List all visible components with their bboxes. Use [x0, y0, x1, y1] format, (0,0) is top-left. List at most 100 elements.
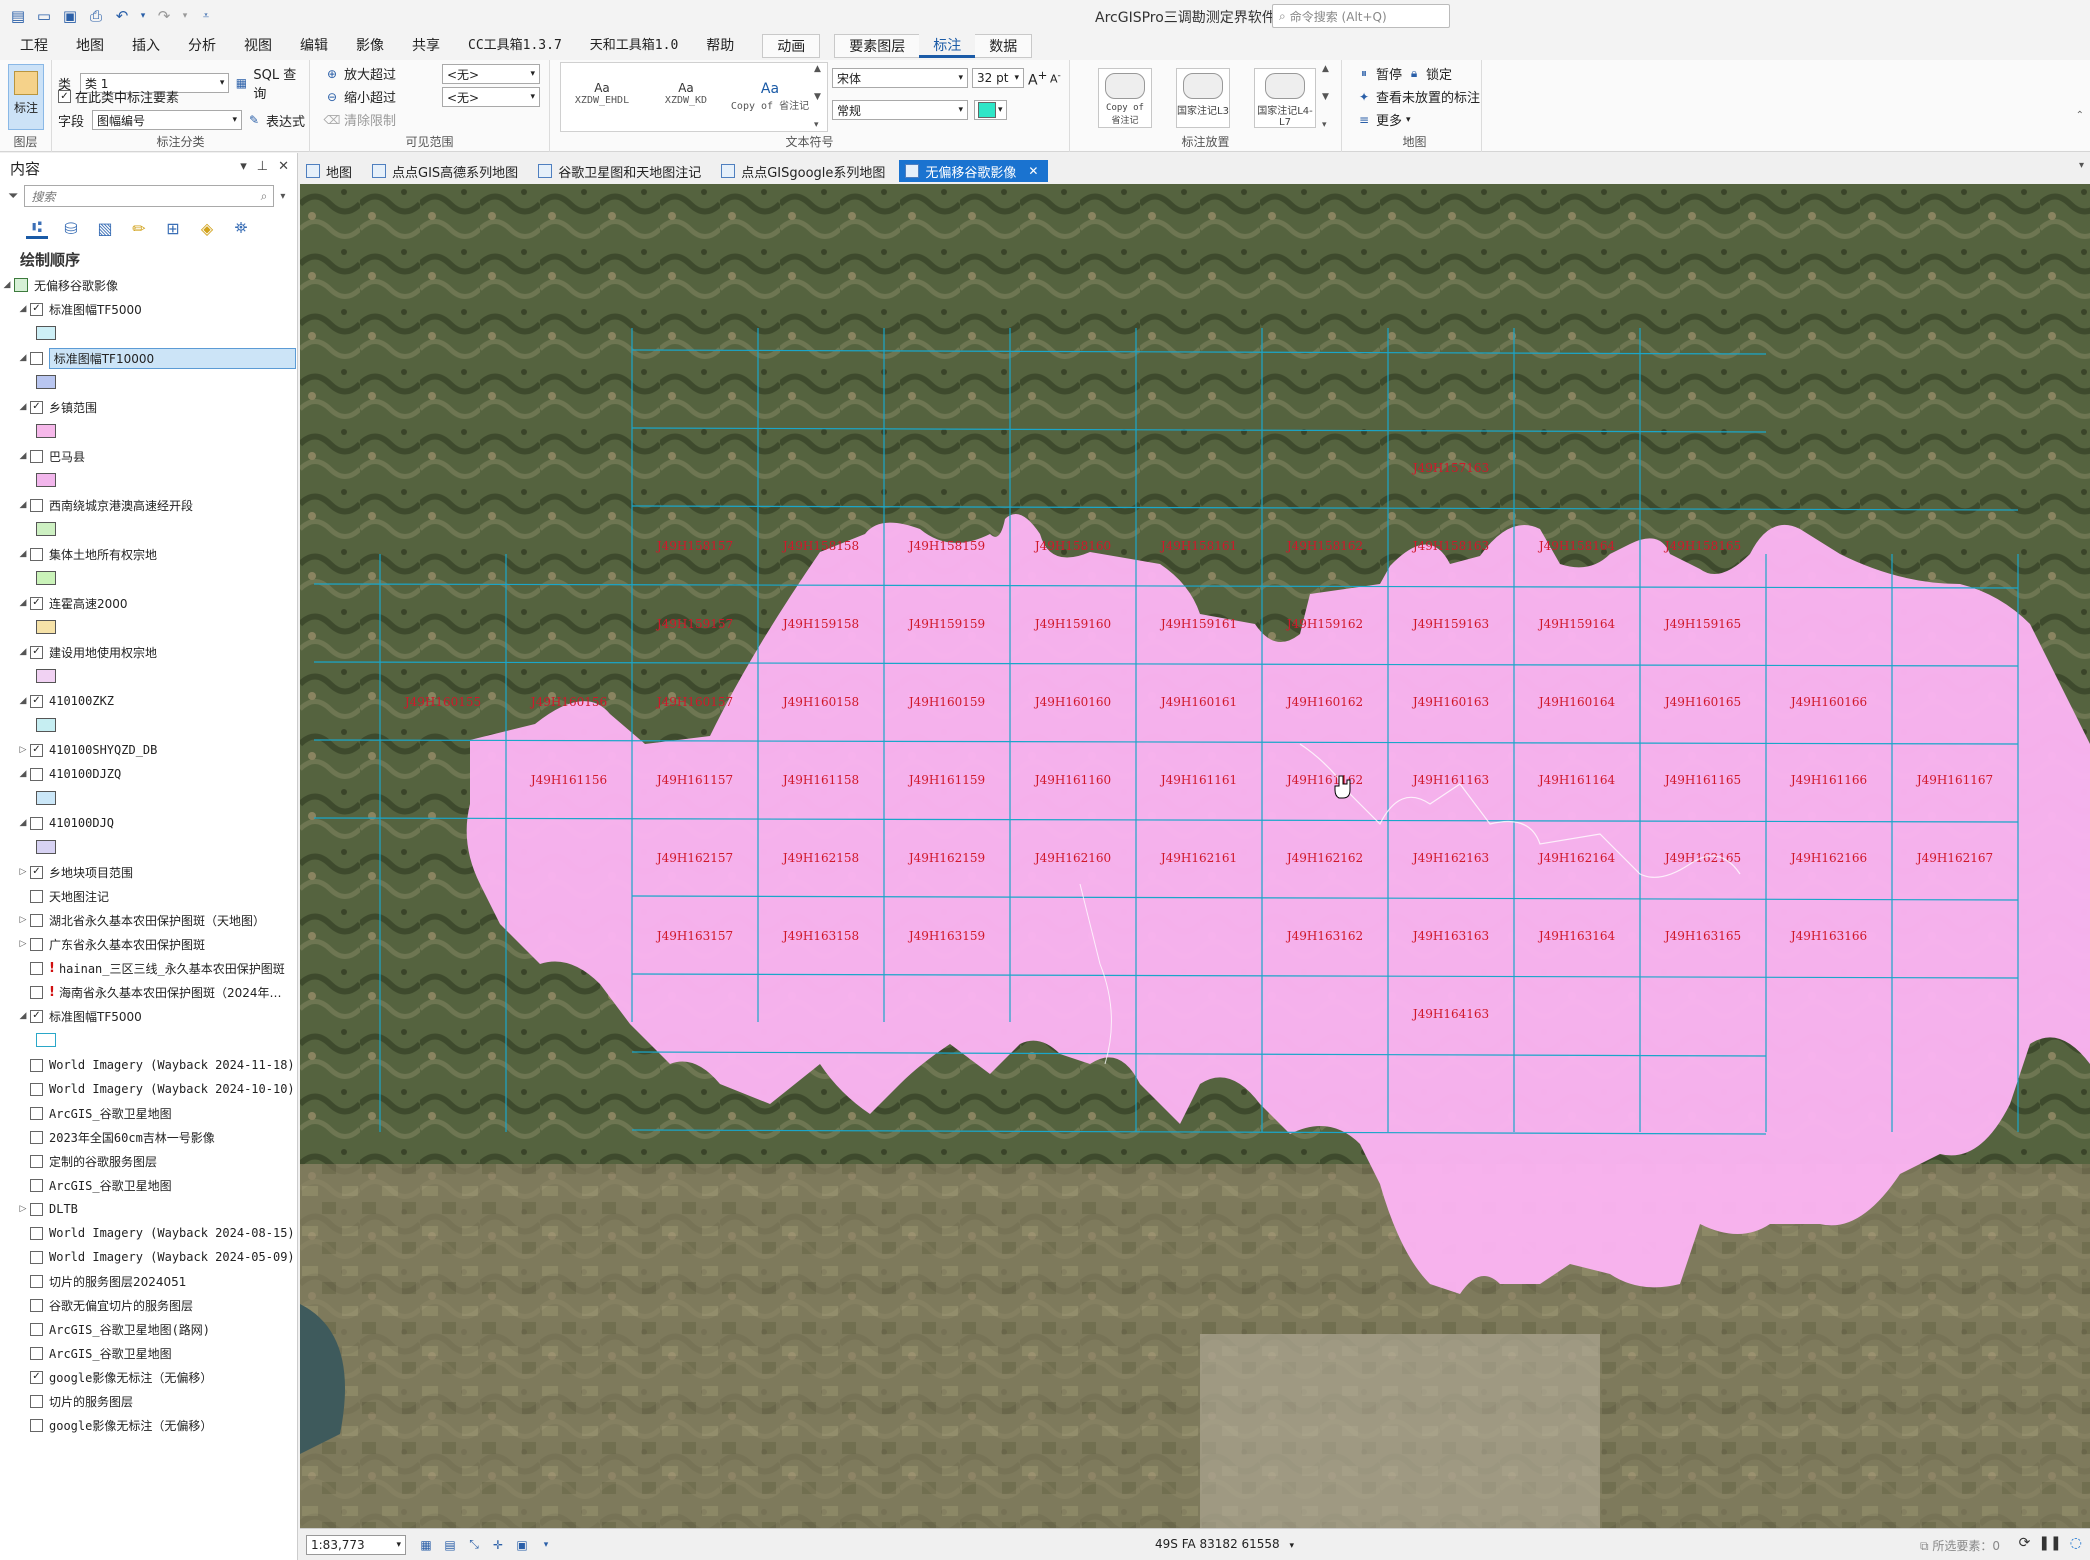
map-node[interactable]: ◢ 无偏移谷歌影像 — [0, 273, 296, 297]
layer-item[interactable]: ArcGIS_谷歌卫星地图 — [0, 1341, 296, 1365]
font-color-picker[interactable]: ▾ — [974, 100, 1007, 120]
layer-visibility-checkbox[interactable] — [30, 889, 43, 903]
chevron-down-icon[interactable]: ▾ — [536, 1536, 556, 1554]
editing-icon[interactable]: ✏ — [128, 217, 150, 239]
text-style-item[interactable]: Aa XZDW_KD — [645, 69, 727, 135]
layer-visibility-checkbox[interactable]: ✓ — [30, 865, 43, 879]
layer-symbol-swatch[interactable] — [36, 1033, 56, 1047]
layer-symbol-swatch[interactable] — [36, 718, 56, 732]
gallery-scroll[interactable]: ▲ ▼ ▾ — [814, 64, 826, 130]
expand-arrow-icon[interactable]: ▷ — [16, 939, 30, 949]
layer-symbol-swatch[interactable] — [36, 473, 56, 487]
print-icon[interactable]: ⎙ — [86, 6, 106, 26]
layer-item[interactable]: ◢ 巴马县 — [0, 444, 296, 468]
tab-list-icon[interactable]: ▾ — [2079, 160, 2084, 171]
close-icon[interactable]: ✕ — [278, 159, 289, 174]
expand-arrow-icon[interactable]: ▷ — [16, 867, 30, 877]
layer-visibility-checkbox[interactable]: ✓ — [30, 1009, 43, 1023]
map-canvas[interactable]: J49H158157 J49H158158 J49H158159 J49H158160… — [300, 184, 2090, 1528]
layer-visibility-checkbox[interactable] — [30, 1178, 43, 1192]
scroll-up-icon[interactable]: ▲ — [1322, 64, 1334, 74]
scroll-down-icon[interactable]: ▼ — [814, 92, 826, 102]
zoom-out-beyond-dropdown[interactable]: <无> ▾ — [442, 87, 540, 107]
placement-item[interactable]: Copy of 省注记 — [1098, 68, 1152, 128]
layer-symbol-swatch[interactable] — [36, 669, 56, 683]
layer-item[interactable]: 切片的服务图层2024051 — [0, 1269, 296, 1293]
layer-visibility-checkbox[interactable] — [30, 816, 43, 830]
expand-arrow-icon[interactable]: ◢ — [16, 304, 30, 314]
expand-arrow-icon[interactable]: ▷ — [16, 1204, 30, 1214]
expand-arrow-icon[interactable]: ◢ — [0, 280, 14, 290]
tab-analysis[interactable]: 分析 — [174, 34, 230, 58]
layer-visibility-checkbox[interactable]: ✓ — [30, 1370, 43, 1384]
expand-arrow-icon[interactable]: ◢ — [16, 598, 30, 608]
layer-visibility-checkbox[interactable]: ✓ — [30, 400, 43, 414]
layer-visibility-checkbox[interactable] — [30, 913, 43, 927]
map-tab[interactable]: 点点GIS高德系列地图 — [366, 160, 529, 182]
layer-item[interactable]: ◢ ✓ 标准图幅TF5000 — [0, 1004, 296, 1028]
layer-item[interactable]: ◢ ✓ 标准图幅TF5000 — [0, 297, 296, 321]
expand-arrow-icon[interactable]: ◢ — [16, 402, 30, 412]
table-icon[interactable]: ▤ — [440, 1536, 460, 1554]
increase-font-size-icon[interactable]: A+ — [1028, 68, 1047, 89]
snapping-icon[interactable]: ⊞ — [162, 217, 184, 239]
layer-visibility-checkbox[interactable]: ✓ — [30, 694, 43, 708]
layer-visibility-checkbox[interactable] — [30, 1202, 43, 1216]
layer-item[interactable]: ◢ 标准图幅TF10000 — [0, 346, 296, 370]
layer-item[interactable]: ◢ 410100DJZQ — [0, 762, 296, 786]
more-row[interactable]: ≡ 更多 ▾ — [1356, 110, 1411, 130]
collapse-ribbon-icon[interactable]: ⌃ — [2076, 110, 2084, 121]
layer-visibility-checkbox[interactable] — [30, 1418, 43, 1432]
layer-visibility-checkbox[interactable]: ✓ — [30, 302, 43, 316]
expand-arrow-icon[interactable]: ◢ — [16, 500, 30, 510]
field-dropdown[interactable]: 图幅编号 ▾ — [92, 110, 242, 130]
scale-dropdown[interactable]: 1:83,773 ▾ — [306, 1534, 406, 1555]
customize-qat-icon[interactable]: ⩡ — [196, 6, 216, 26]
labeling-icon[interactable]: ◈ — [196, 217, 218, 239]
layer-visibility-checkbox[interactable] — [30, 1274, 43, 1288]
placement-item[interactable]: 国家注记L3 — [1176, 68, 1230, 128]
command-search-input[interactable]: ⌕ 命令搜索 (Alt+Q) — [1272, 4, 1450, 28]
layer-item[interactable]: google影像无标注（无偏移） — [0, 1413, 296, 1437]
layer-item[interactable]: ◢ 西南绕城京港澳高速经开段 — [0, 493, 296, 517]
pane-options-icon[interactable]: ▾ — [240, 159, 247, 174]
layer-visibility-checkbox[interactable]: ✓ — [30, 645, 43, 659]
layer-item[interactable]: ▷ ✓ 410100SHYQZD_DB — [0, 738, 296, 762]
layer-item[interactable]: ◢ 集体土地所有权宗地 — [0, 542, 296, 566]
layer-item[interactable]: ◢ ✓ 乡镇范围 — [0, 395, 296, 419]
gallery-expand-icon[interactable]: ▾ — [1322, 120, 1334, 130]
tab-cc-toolbox[interactable]: CC工具箱1.3.7 — [454, 34, 576, 58]
expand-arrow-icon[interactable]: ▷ — [16, 745, 30, 755]
coordinate-format-icon[interactable]: ⤡ — [464, 1536, 484, 1554]
save-icon[interactable]: ▣ — [60, 6, 80, 26]
layer-item[interactable]: ! 海南省永久基本农田保护图斑（2024年… — [0, 980, 296, 1004]
layer-item[interactable]: World Imagery (Wayback 2024-10-10) — [0, 1077, 296, 1101]
expand-arrow-icon[interactable]: ◢ — [16, 549, 30, 559]
tab-insert[interactable]: 插入 — [118, 34, 174, 58]
layer-item[interactable]: ! hainan_三区三线_永久基本农田保护图斑 — [0, 956, 296, 980]
clear-limits-row[interactable]: ⌫ 清除限制 — [324, 110, 397, 130]
font-style-dropdown[interactable]: 常规 ▾ — [832, 100, 968, 120]
layer-visibility-checkbox[interactable] — [30, 1322, 43, 1336]
layer-visibility-checkbox[interactable] — [30, 1130, 43, 1144]
close-tab-icon[interactable]: ✕ — [1028, 164, 1038, 178]
coordinate-readout[interactable]: 49S FA 83182 61558 ▾ — [1155, 1537, 1294, 1551]
layer-item[interactable]: 切片的服务图层 — [0, 1389, 296, 1413]
placement-item[interactable]: 国家注记L4-L7 — [1254, 68, 1316, 128]
selection-icon[interactable]: ▧ — [94, 217, 116, 239]
pin-icon[interactable]: ⊥ — [257, 159, 268, 174]
layer-item[interactable]: ▷ 湖北省永久基本农田保护图斑（天地图） — [0, 908, 296, 932]
filter-icon[interactable]: ⏷ — [8, 189, 18, 204]
text-style-item[interactable]: Aa XZDW_EHDL — [561, 69, 643, 135]
layer-visibility-checkbox[interactable] — [30, 1058, 43, 1072]
font-name-dropdown[interactable]: 宋体 ▾ — [832, 68, 968, 88]
tab-help[interactable]: 帮助 — [692, 34, 748, 58]
label-in-class-checkbox[interactable]: ✓ — [58, 90, 71, 103]
map-tab[interactable]: 点点GISgoogle系列地图 — [715, 160, 896, 182]
undo-icon[interactable]: ↶ — [112, 6, 132, 26]
navigator-icon[interactable]: ▣ — [512, 1536, 532, 1554]
expression-button[interactable]: 表达式 — [266, 111, 305, 130]
tab-project[interactable]: 工程 — [6, 34, 62, 58]
layer-symbol-swatch[interactable] — [36, 424, 56, 438]
map-tab[interactable]: 谷歌卫星图和天地图注记 — [532, 160, 712, 182]
